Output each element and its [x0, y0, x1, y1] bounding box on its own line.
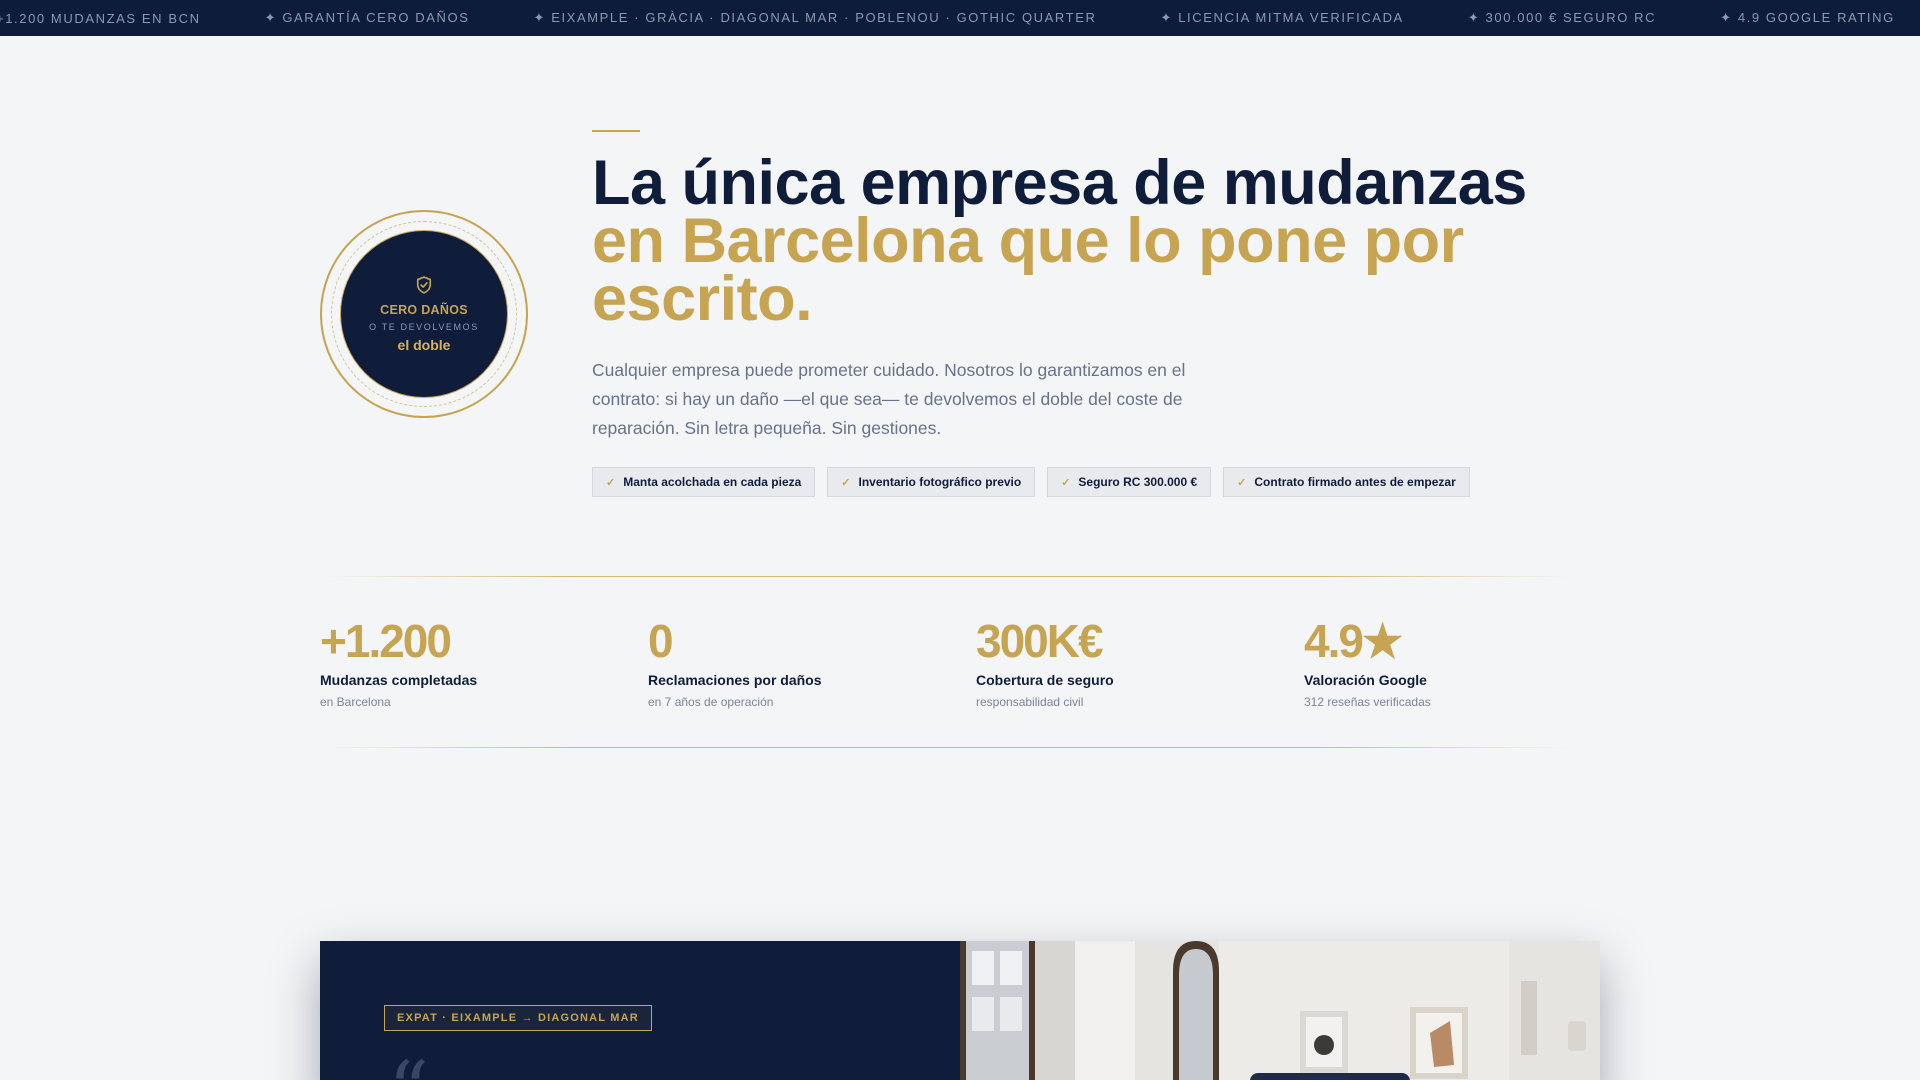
seal-subtitle: O TE DEVOLVEMOS	[369, 322, 479, 332]
chip-label: Manta acolchada en cada pieza	[623, 475, 802, 489]
stat-moves: +1.200 Mudanzas completadas en Barcelona	[320, 614, 620, 709]
hero-title: La única empresa de mudanzas en Barcelon…	[592, 152, 1592, 331]
seal-title: CERO DAÑOS	[380, 303, 468, 317]
ticker-item: ✦ 4.9 GOOGLE RATING	[1720, 10, 1895, 25]
apartment-photo	[960, 941, 1600, 1080]
apartment-photo-illustration	[960, 941, 1600, 1080]
quote-mark-icon: “	[388, 1051, 429, 1080]
hero-accent-rule	[592, 130, 640, 132]
seal-badge: CERO DAÑOS O TE DEVOLVEMOS el doble	[344, 234, 504, 394]
testimonial-panel: EXPAT · EIXAMPLE → DIAGONAL MAR “	[320, 941, 960, 1080]
stat-label: Reclamaciones por daños	[648, 672, 822, 688]
feature-chip: ✓ Manta acolchada en cada pieza	[592, 467, 816, 497]
feature-chip: ✓ Seguro RC 300.000 €	[1047, 467, 1212, 497]
stat-value: +1.200	[320, 615, 452, 667]
testimonial-card: EXPAT · EIXAMPLE → DIAGONAL MAR “	[320, 941, 1600, 1080]
stat-sub: en Barcelona	[320, 695, 391, 709]
ticker-item: ✦ LICENCIA MITMA VERIFICADA	[1160, 10, 1404, 25]
stat-value: 0	[648, 615, 674, 667]
stat-label: Cobertura de seguro	[976, 672, 1114, 688]
stats-divider-bottom	[320, 747, 1570, 748]
chip-label: Inventario fotográfico previo	[858, 475, 1022, 489]
stat-sub: responsabilidad civil	[976, 695, 1084, 709]
ticker-item: ✦ 300.000 € SEGURO RC	[1467, 10, 1657, 25]
check-icon: ✓	[606, 476, 616, 489]
check-icon: ✓	[841, 476, 851, 489]
check-icon: ✓	[1237, 476, 1247, 489]
feature-chip: ✓ Inventario fotográfico previo	[827, 467, 1036, 497]
stat-sub: en 7 años de operación	[648, 695, 774, 709]
ticker-item: ✦ EIXAMPLE · GRÀCIA · DIAGONAL MAR · POB…	[533, 10, 1097, 25]
ticker-item: +1.200 MUDANZAS EN BCN	[0, 10, 201, 26]
hero-title-line2: en Barcelona que lo pone por escrito.	[592, 206, 1464, 334]
ticker-track: +1.200 MUDANZAS EN BCN ✦ GARANTÍA CERO D…	[0, 0, 1920, 36]
stat-insurance: 300K€ Cobertura de seguro responsabilida…	[976, 614, 1276, 709]
stat-value: 4.9★	[1304, 615, 1403, 667]
feature-chips: ✓ Manta acolchada en cada pieza ✓ Invent…	[592, 467, 1470, 497]
stat-label: Valoración Google	[1304, 672, 1427, 688]
hero-description: Cualquier empresa puede prometer cuidado…	[592, 360, 1186, 438]
stat-rating: 4.9★ Valoración Google 312 reseñas verif…	[1304, 614, 1604, 709]
stat-sub: 312 reseñas verificadas	[1304, 695, 1431, 709]
chip-label: Seguro RC 300.000 €	[1078, 475, 1198, 489]
ticker-item: ✦ GARANTÍA CERO DAÑOS	[264, 10, 470, 25]
shield-check-icon	[414, 275, 434, 295]
chip-label: Contrato firmado antes de empezar	[1254, 475, 1456, 489]
seal-emphasis: el doble	[397, 337, 451, 353]
stat-claims: 0 Reclamaciones por daños en 7 años de o…	[648, 614, 948, 709]
stat-label: Mudanzas completadas	[320, 672, 478, 688]
announcement-ticker: +1.200 MUDANZAS EN BCN ✦ GARANTÍA CERO D…	[0, 0, 1920, 36]
seal-ring: CERO DAÑOS O TE DEVOLVEMOS el doble	[331, 221, 517, 407]
stats-divider-top	[320, 576, 1570, 577]
feature-chip: ✓ Contrato firmado antes de empezar	[1223, 467, 1470, 497]
stat-value: 300K€	[976, 615, 1104, 667]
guarantee-seal: CERO DAÑOS O TE DEVOLVEMOS el doble	[320, 210, 528, 418]
check-icon: ✓	[1061, 476, 1071, 489]
testimonial-tag: EXPAT · EIXAMPLE → DIAGONAL MAR	[384, 1005, 652, 1031]
